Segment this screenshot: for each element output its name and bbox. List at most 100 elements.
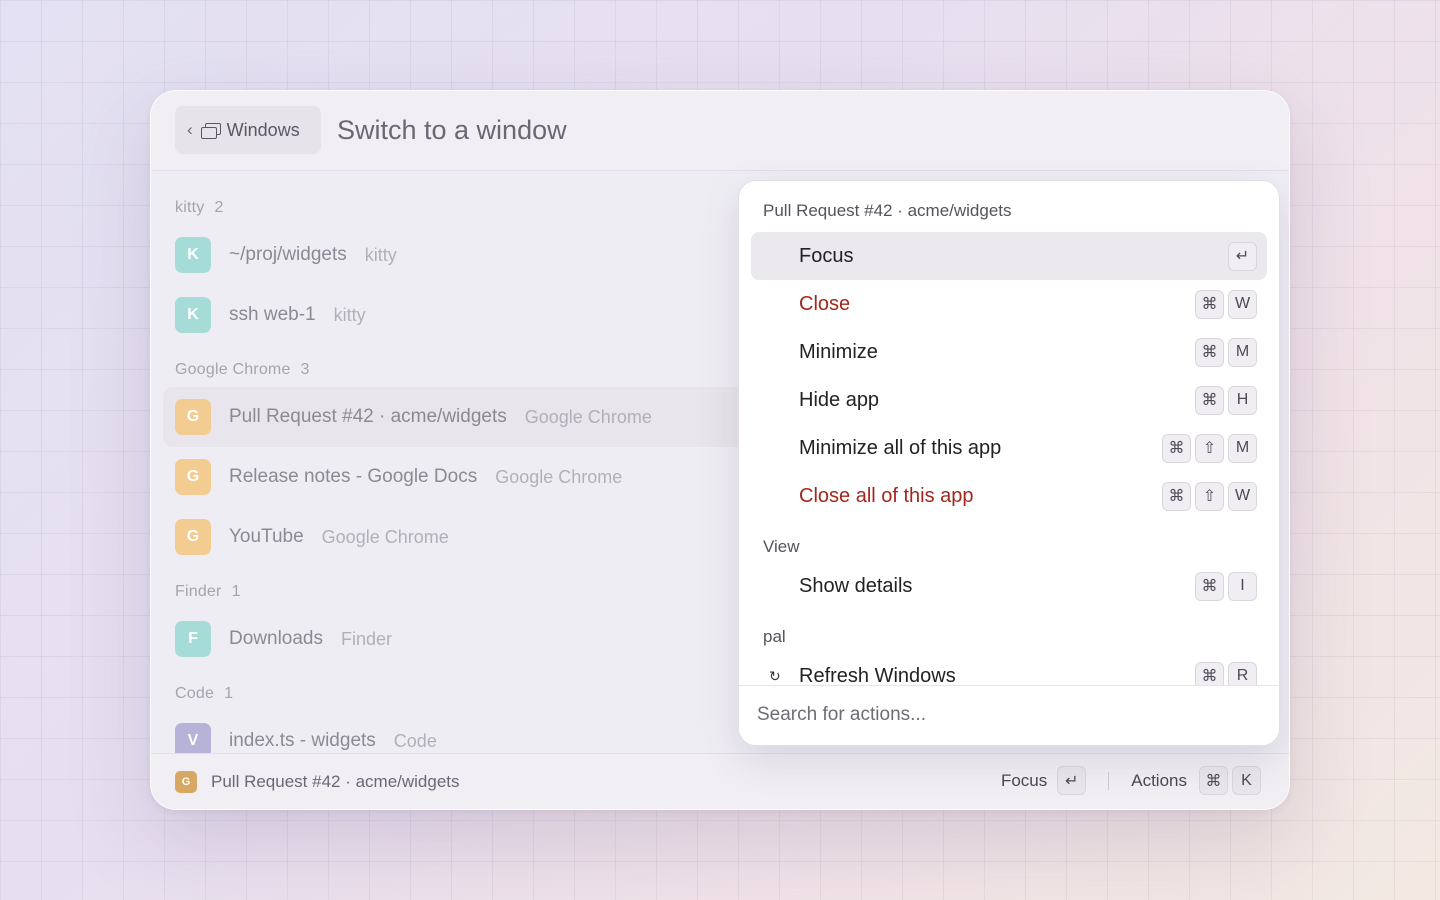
page-title: Switch to a window [337, 115, 567, 145]
footer-bar: G Pull Request #42 · acme/widgets Focus … [151, 753, 1289, 809]
back-button-label: Windows [226, 119, 300, 140]
selected-window-title: Pull Request #42 · acme/widgets [211, 772, 460, 791]
actions-panel: Pull Request #42 · acme/widgets Focus ↵ … [738, 180, 1280, 746]
window-app: Google Chrome [524, 406, 652, 427]
refresh-icon: ↻ [769, 667, 781, 684]
actions-button[interactable]: Actions ⌘ K [1131, 766, 1261, 795]
window-title: index.ts - widgets [229, 730, 376, 751]
action-refresh-windows[interactable]: ↻ Refresh Windows ⌘ R [751, 652, 1267, 686]
section-header-pal: pal [763, 627, 786, 646]
list-item[interactable]: K ~/proj/widgets kitty [163, 225, 763, 285]
switcher-window: ‹ Windows Switch to a window kitty 2 K ~/… [150, 90, 1290, 810]
window-title: YouTube [229, 526, 304, 547]
group-header-finder: Finder 1 [175, 583, 241, 601]
command-key-icon: ⌘ [1195, 289, 1224, 319]
key: R [1228, 661, 1257, 686]
action-label: Hide app [799, 388, 880, 411]
command-key-icon: ⌘ [1195, 571, 1224, 601]
action-label: Minimize [799, 340, 878, 363]
actions-search-input[interactable] [757, 704, 1237, 726]
selected-app-avatar: G [175, 771, 197, 793]
command-key-icon: ⌘ [1195, 385, 1224, 415]
k-key: K [1232, 766, 1261, 795]
window-app: Code [393, 730, 437, 751]
list-item-selected[interactable]: G Pull Request #42 · acme/widgets Google… [163, 387, 763, 447]
focus-action-label: Focus [1000, 770, 1048, 790]
app-avatar: K [175, 297, 211, 333]
window-app: kitty [333, 304, 366, 325]
footer-shortcuts: Focus ↵ Actions ⌘ K [1001, 766, 1261, 795]
action-label: Close [799, 292, 851, 315]
action-label: Show details [799, 574, 913, 597]
app-avatar: F [175, 621, 211, 657]
action-label: Close all of this app [799, 484, 974, 507]
action-close[interactable]: Close ⌘ W [751, 280, 1267, 328]
actions-list: Pull Request #42 · acme/widgets Focus ↵ … [739, 181, 1279, 686]
actions-panel-title: Pull Request #42 · acme/widgets [763, 201, 1012, 220]
action-minimize-all[interactable]: Minimize all of this app ⌘ ⇧ M [751, 424, 1267, 472]
list-item[interactable]: F Downloads Finder [163, 609, 763, 669]
window-list: kitty 2 K ~/proj/widgets kitty K ssh web-… [151, 171, 763, 759]
action-hide-app[interactable]: Hide app ⌘ H [751, 376, 1267, 424]
command-key-icon: ⌘ [1162, 433, 1191, 463]
window-title: Pull Request #42 · acme/widgets [229, 406, 507, 427]
chevron-left-icon: ‹ [187, 120, 193, 139]
action-focus[interactable]: Focus ↵ [751, 232, 1267, 280]
app-avatar: G [175, 459, 211, 495]
actions-search-bar [739, 685, 1279, 745]
window-title: Release notes - Google Docs [229, 466, 478, 487]
window-title: ~/proj/widgets [229, 244, 347, 265]
window-app: Google Chrome [495, 466, 623, 487]
key: M [1228, 337, 1257, 367]
key: W [1228, 289, 1257, 319]
group-header-kitty: kitty 2 [175, 199, 224, 217]
action-minimize[interactable]: Minimize ⌘ M [751, 328, 1267, 376]
group-count: 1 [224, 685, 234, 702]
return-key-icon: ↵ [1057, 766, 1087, 795]
shortcut: ↵ [1228, 241, 1257, 271]
group-header-code: Code 1 [175, 685, 233, 703]
list-item[interactable]: K ssh web-1 kitty [163, 285, 763, 345]
windows-icon [200, 123, 221, 139]
list-item[interactable]: G Release notes - Google Docs Google Chr… [163, 447, 763, 507]
shift-key-icon: ⇧ [1195, 481, 1224, 511]
command-key-icon: ⌘ [1199, 766, 1228, 795]
key: W [1228, 481, 1257, 511]
window-app: Google Chrome [321, 526, 449, 547]
shortcut: ⌘ M [1195, 337, 1257, 367]
focus-action-button[interactable]: Focus ↵ [1000, 766, 1087, 795]
command-key-icon: ⌘ [1162, 481, 1191, 511]
header: ‹ Windows Switch to a window [151, 91, 1289, 171]
group-name: kitty [175, 199, 205, 216]
app-avatar: G [175, 399, 211, 435]
app-avatar: G [175, 519, 211, 555]
group-name: Code [175, 685, 215, 702]
group-name: Google Chrome [175, 361, 291, 378]
window-title: ssh web-1 [229, 304, 316, 325]
return-key-icon: ↵ [1228, 241, 1257, 271]
key: I [1228, 571, 1257, 601]
key: H [1228, 385, 1257, 415]
action-close-all[interactable]: Close all of this app ⌘ ⇧ W [751, 472, 1267, 520]
shortcut: ⌘ ⇧ M [1162, 433, 1257, 463]
group-count: 3 [300, 361, 310, 378]
group-count: 1 [231, 583, 241, 600]
back-button-windows[interactable]: ‹ Windows [175, 106, 321, 154]
shortcut: ⌘ H [1195, 385, 1257, 415]
action-show-details[interactable]: Show details ⌘ I [751, 562, 1267, 610]
shortcut: ⌘ ⇧ W [1162, 481, 1257, 511]
list-item[interactable]: G YouTube Google Chrome [163, 507, 763, 567]
shortcut: ⌘ W [1195, 289, 1257, 319]
divider [1108, 771, 1110, 790]
key: M [1228, 433, 1257, 463]
group-count: 2 [214, 199, 224, 216]
action-label: Refresh Windows [799, 664, 956, 687]
actions-label: Actions [1131, 770, 1187, 790]
command-key-icon: ⌘ [1195, 661, 1224, 686]
window-app: Finder [341, 628, 393, 649]
section-header-view: View [763, 537, 800, 556]
app-avatar: K [175, 237, 211, 273]
window-app: kitty [364, 244, 397, 265]
window-title: Downloads [229, 628, 323, 649]
group-header-chrome: Google Chrome 3 [175, 361, 310, 379]
